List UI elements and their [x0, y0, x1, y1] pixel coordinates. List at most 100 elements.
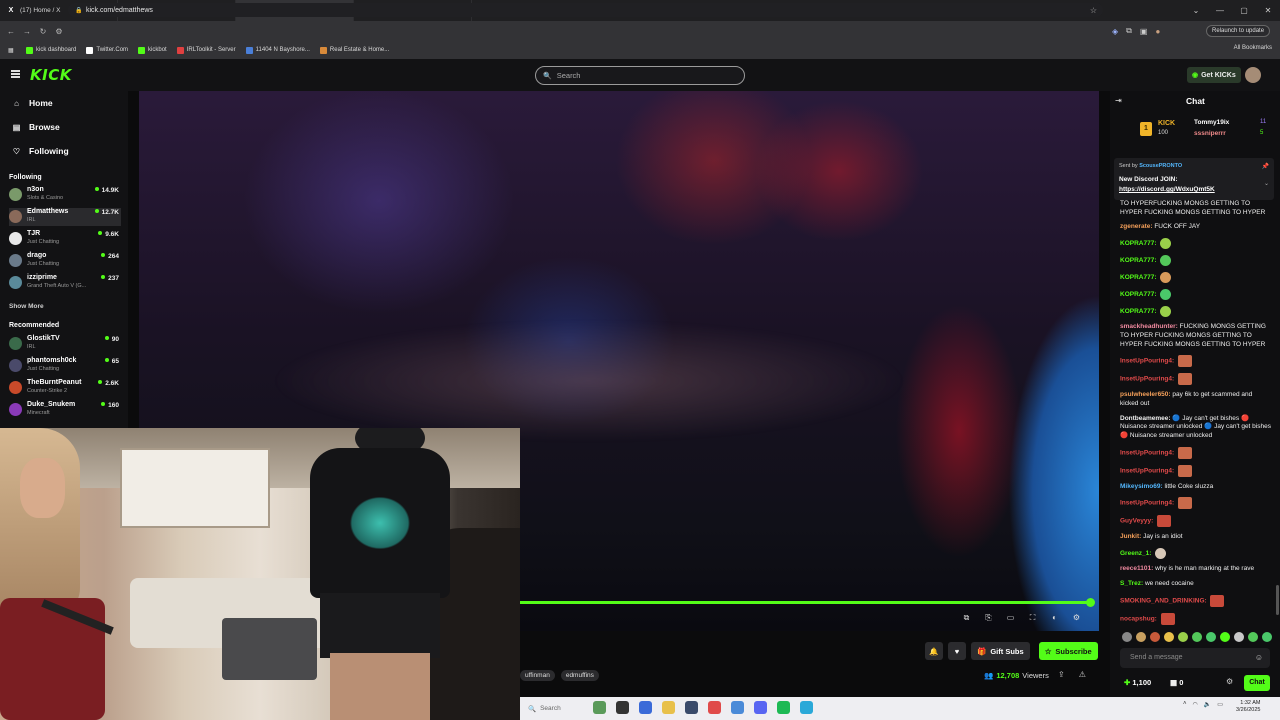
chat-username[interactable]: Greenz_1: — [1120, 550, 1151, 557]
sidebar-channel[interactable]: n3on Slots & Casino 14.9K — [9, 186, 121, 204]
tag-pill[interactable]: uffinman — [520, 670, 555, 681]
emote-icon[interactable] — [1136, 632, 1146, 642]
hamburger-menu-icon[interactable] — [11, 70, 20, 78]
close-icon[interactable]: ✕ — [1256, 0, 1280, 21]
sidebar-channel[interactable]: drago Just Chatting 264 — [9, 252, 121, 270]
taskbar-app-icon[interactable] — [616, 701, 629, 714]
chat-username[interactable]: psulwheeler650: — [1120, 391, 1171, 398]
sidebar-channel[interactable]: TheBurntPeanut Counter-Strike 2 2.6K — [9, 379, 121, 397]
bookmark-item[interactable]: IRLToolkit - Server — [176, 46, 236, 54]
taskbar-app-icon[interactable] — [662, 701, 675, 714]
relaunch-button[interactable]: Relaunch to update — [1206, 25, 1271, 37]
chat-username[interactable]: KOPRA777: — [1120, 257, 1156, 264]
emote-icon[interactable] — [1192, 632, 1202, 642]
get-kicks-button[interactable]: ◉ Get KICKs — [1187, 67, 1241, 83]
nav-home[interactable]: ⌂ Home — [12, 98, 53, 108]
minimize-icon[interactable]: — — [1208, 0, 1232, 21]
emote-icon[interactable] — [1234, 632, 1244, 642]
emote-icon[interactable] — [1178, 632, 1188, 642]
chat-username[interactable]: KOPRA777: — [1120, 291, 1156, 298]
gift-subs-button[interactable]: 🎁 Gift Subs — [971, 642, 1030, 660]
back-icon[interactable]: ← — [3, 27, 19, 36]
search-input[interactable]: 🔍 Search — [535, 66, 745, 85]
show-more-link[interactable]: Show More — [9, 303, 44, 310]
kick-logo[interactable]: KICK — [30, 66, 72, 84]
url-field[interactable]: 🔒 kick.com/edmatthews ☆ — [68, 3, 1103, 17]
sidebar-channel[interactable]: Edmatthews IRL 12.7K — [9, 208, 121, 226]
chat-message-input[interactable]: Send a message ☺ — [1120, 648, 1270, 668]
speaker-icon[interactable]: 🔈 — [1204, 701, 1211, 708]
taskbar-app-icon[interactable] — [708, 701, 721, 714]
sidebar-channel[interactable]: phantomsh0ck Just Chatting 65 — [9, 357, 121, 375]
taskbar-app-icon[interactable] — [593, 701, 606, 714]
progress-knob[interactable] — [1086, 598, 1095, 607]
chevron-down-icon[interactable]: ⌄ — [1264, 180, 1269, 187]
reload-icon[interactable]: ↻ — [35, 27, 51, 36]
bookmark-star-icon[interactable]: ☆ — [1090, 6, 1097, 15]
chat-username[interactable]: GuyVeyyy: — [1120, 518, 1153, 525]
sidebar-channel[interactable]: TJR Just Chatting 9.6K — [9, 230, 121, 248]
chevron-down-icon[interactable]: ⌄ — [1184, 0, 1208, 21]
fullscreen-icon[interactable]: ⛶ — [1027, 613, 1038, 625]
chat-username[interactable]: Dontbeamemee: — [1120, 415, 1171, 422]
chat-username[interactable]: nocapshug: — [1120, 615, 1157, 622]
chat-username[interactable]: InsetUpPouring4: — [1120, 500, 1174, 507]
chat-username[interactable]: zgenerate: — [1120, 223, 1153, 230]
chat-username[interactable]: SMOKING_AND_DRINKING: — [1120, 597, 1207, 604]
profile-avatar[interactable]: ● — [1155, 27, 1160, 36]
wifi-icon[interactable]: ◠ — [1193, 701, 1198, 708]
chat-username[interactable]: InsetUpPouring4: — [1120, 376, 1174, 383]
all-bookmarks[interactable]: All Bookmarks — [1234, 45, 1272, 51]
chat-username[interactable]: Junkit: — [1120, 533, 1141, 540]
emote-icon[interactable] — [1248, 632, 1258, 642]
chat-username[interactable]: reece1101: — [1120, 565, 1153, 572]
clip-icon[interactable]: ⎘ — [983, 613, 994, 625]
emote-icon[interactable] — [1206, 632, 1216, 642]
taskbar-app-icon[interactable] — [800, 701, 813, 714]
taskbar-app-icon[interactable] — [731, 701, 744, 714]
leaderboard-user[interactable]: Tommy19ix — [1194, 119, 1229, 126]
subscribe-button[interactable]: ☆ Subscribe — [1038, 642, 1098, 660]
bookmark-item[interactable]: kick dashboard — [26, 46, 76, 54]
chat-username[interactable]: KOPRA777: — [1120, 240, 1156, 247]
report-icon[interactable]: ⚠ — [1079, 670, 1086, 679]
sidepanel-icon[interactable]: ▣ — [1140, 27, 1148, 36]
emote-icon[interactable] — [1150, 632, 1160, 642]
notification-bell-icon[interactable]: 🔔 — [925, 642, 943, 660]
nav-following[interactable]: ♡ Following — [12, 146, 69, 156]
site-info-icon[interactable]: ⚙ — [51, 27, 67, 36]
emote-icon[interactable] — [1164, 632, 1174, 642]
puzzle-icon[interactable]: ⧉ — [1126, 26, 1132, 36]
gift-count[interactable]: ▦ 0 — [1170, 678, 1183, 687]
chat-username[interactable]: smackheadhunter: — [1120, 323, 1178, 330]
chat-username[interactable]: KOPRA777: — [1120, 308, 1156, 315]
bookmark-item[interactable]: Real Estate & Home... — [319, 46, 389, 54]
chat-username[interactable]: InsetUpPouring4: — [1120, 467, 1174, 474]
taskbar-app-icon[interactable] — [639, 701, 652, 714]
quality-icon[interactable]: ◐ — [1049, 613, 1060, 625]
user-avatar[interactable] — [1245, 67, 1261, 83]
channel-points[interactable]: ✚ 1,100 — [1124, 678, 1151, 687]
collapse-chat-icon[interactable]: ⇥ — [1115, 96, 1122, 105]
pip-icon[interactable]: ⧉ — [961, 613, 972, 625]
emote-icon[interactable] — [1122, 632, 1132, 642]
chat-send-button[interactable]: Chat — [1244, 675, 1270, 691]
apps-icon[interactable]: ▦ — [8, 47, 14, 54]
pinned-link[interactable]: https://discord.gg/WdxuQmt5K — [1119, 186, 1215, 193]
chat-username[interactable]: InsetUpPouring4: — [1120, 358, 1174, 365]
taskbar-clock[interactable]: 1:32 AM 3/26/2025 — [1236, 700, 1260, 714]
chevron-up-icon[interactable]: ˄ — [1183, 701, 1187, 708]
settings-gear-icon[interactable]: ⚙ — [1071, 613, 1082, 625]
emoji-picker-icon[interactable]: ☺ — [1255, 653, 1263, 662]
bookmark-item[interactable]: Twitter.Com — [86, 46, 128, 54]
sidebar-channel[interactable]: Duke_Snukem Minecraft 160 — [9, 401, 121, 419]
leaderboard-user[interactable]: sssniperrr — [1194, 130, 1226, 137]
tag-pill[interactable]: edmuffins — [560, 670, 599, 681]
emote-icon[interactable] — [1220, 632, 1230, 642]
pin-sender-name[interactable]: ScousePRONTO — [1139, 163, 1182, 169]
battery-icon[interactable]: ▭ — [1217, 701, 1223, 708]
nav-browse[interactable]: ▤ Browse — [12, 122, 60, 132]
pin-icon[interactable]: 📌 — [1262, 163, 1269, 170]
taskbar-app-icon[interactable] — [777, 701, 790, 714]
taskbar-app-icon[interactable] — [685, 701, 698, 714]
